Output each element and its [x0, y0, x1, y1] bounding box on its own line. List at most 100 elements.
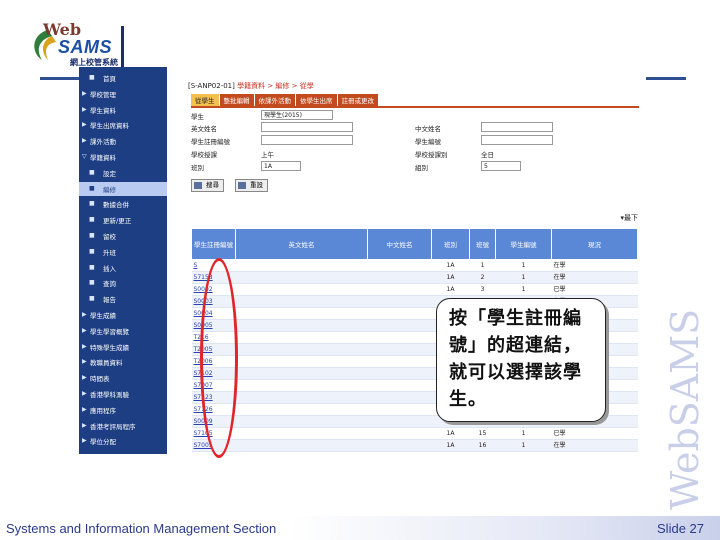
tab-by-eca[interactable]: 依課外活動 [254, 94, 295, 106]
table-cell: 3 [469, 283, 496, 296]
group-select[interactable]: 5 [481, 161, 521, 171]
table-cell [235, 283, 368, 296]
sidebar-bullet-icon: ▶ [82, 121, 87, 129]
breadcrumb-path[interactable]: 學籍資料 > 編修 > 從學 [237, 82, 314, 90]
sidebar-item[interactable]: ▶ 教職員資料 [79, 355, 167, 369]
logo-divider [121, 26, 124, 72]
col-status[interactable]: 現況 [551, 228, 638, 260]
table-cell [367, 307, 432, 320]
sidebar-bullet-icon: ▶ [82, 390, 87, 397]
search-button[interactable]: 搜尋 [191, 179, 224, 192]
table-cell: 1 [469, 259, 496, 272]
group-label: 組別 [415, 164, 428, 172]
goto-bottom-link[interactable]: ▾最下 [620, 213, 638, 223]
col-eng-name[interactable]: 英文姓名 [235, 228, 368, 260]
sidebar-bullet-icon: ■ [89, 279, 95, 287]
sidebar-item[interactable]: ■ 留校 [79, 229, 167, 243]
sidebar-item[interactable]: ■ 報告 [79, 292, 167, 306]
sidebar-item[interactable]: ■ 首頁 [79, 71, 167, 85]
sidebar-item[interactable]: ▶ 學位分配 [79, 434, 167, 448]
session-label: 學校授課 [191, 151, 217, 159]
table-cell [235, 331, 368, 344]
tab-by-attendance[interactable]: 依學生出席 [296, 94, 337, 106]
sidebar-item[interactable]: ▶ 應用程序 [79, 403, 167, 417]
table-cell [235, 379, 368, 392]
col-reg-no[interactable]: 學生註冊編號 [191, 228, 236, 260]
sidebar-item[interactable]: ▶ 學生資料 [79, 103, 167, 117]
table-cell [367, 379, 432, 392]
chi-name-label: 中文姓名 [415, 125, 441, 133]
table-cell [367, 343, 432, 356]
stud-no-label: 學生編號 [415, 138, 441, 146]
eng-name-field[interactable] [261, 122, 353, 132]
table-cell: 16 [469, 439, 496, 452]
sidebar-item[interactable]: ▶ 特殊學生成績 [79, 340, 167, 354]
sidebar-item[interactable]: ■ 編修 [79, 181, 167, 196]
chi-name-field[interactable] [481, 122, 553, 132]
sidebar-bullet-icon: ■ [89, 295, 95, 303]
table-cell [367, 403, 432, 416]
sidebar-item[interactable]: ■ 數據合併 [79, 197, 167, 211]
table-cell [367, 331, 432, 344]
level-select[interactable]: 全日 [481, 149, 494, 159]
sidebar-item[interactable]: ■ 設定 [79, 166, 167, 180]
reg-no-field[interactable] [261, 135, 353, 145]
table-cell: 1 [495, 439, 552, 452]
sidebar-item[interactable]: ▶ 課外活動 [79, 134, 167, 148]
sidebar-item-label: 學生資料 [90, 106, 116, 115]
sidebar-item[interactable]: ▶ 香港學科測驗 [79, 387, 167, 401]
level-label: 學校授課別 [415, 151, 448, 159]
sidebar-item-label: 學籍資料 [90, 154, 116, 162]
table-row: S 1A 1 1 在學 [191, 259, 638, 272]
sidebar-item-label: 查詢 [103, 280, 116, 289]
sidebar-item[interactable]: ▶ 學校管理 [79, 87, 167, 101]
footer-section: Systems and Information Management Secti… [6, 521, 277, 536]
student-select[interactable]: 現學生(2015) [261, 110, 333, 120]
sidebar-item[interactable]: ▶ 香港考評局程序 [79, 419, 167, 433]
col-class-no[interactable]: 班號 [469, 228, 496, 260]
sidebar-item-label: 學生出席資料 [90, 122, 129, 131]
table-cell [235, 295, 368, 308]
table-cell [367, 427, 432, 440]
sidebar-item[interactable]: ▶ 學生學習概覽 [79, 324, 167, 338]
sidebar-item-label: 教職員資料 [90, 359, 123, 368]
search-icon [194, 182, 202, 189]
sidebar-item[interactable]: ▽ 學籍資料 [79, 150, 167, 164]
sidebar-bullet-icon: ▶ [82, 374, 87, 382]
sidebar-bullet-icon: ▶ [82, 437, 87, 445]
tab-batch-edit[interactable]: 整批編輯 [219, 94, 254, 106]
table-cell: 在學 [551, 439, 638, 452]
sidebar-item[interactable]: ■ 升班 [79, 245, 167, 259]
tab-register-change[interactable]: 註冊或更改 [337, 94, 378, 106]
sidebar-item-label: 插入 [103, 264, 116, 273]
col-stud-no[interactable]: 學生編號 [495, 228, 552, 260]
sidebar-item[interactable]: ■ 更新/更正 [79, 213, 167, 227]
sidebar-item-label: 時間表 [90, 375, 110, 384]
tab-from-student[interactable]: 從學生 [191, 94, 219, 106]
table-cell: 1A [431, 427, 470, 440]
sidebar-item-label: 香港考評局程序 [90, 422, 136, 431]
stud-no-field[interactable] [481, 135, 553, 145]
sidebar-item[interactable]: ■ 插入 [79, 261, 167, 275]
col-class[interactable]: 班別 [431, 228, 470, 260]
sidebar-bullet-icon: ▶ [82, 342, 87, 350]
sidebar-item[interactable]: ▶ 學生出席資料 [79, 118, 167, 132]
table-cell: 在學 [551, 271, 638, 284]
table-row: 57158 1A 2 1 在學 [191, 271, 638, 284]
table-cell [235, 271, 368, 284]
sidebar-item[interactable]: ▶ 時間表 [79, 371, 167, 385]
highlight-ellipse [200, 258, 238, 458]
sidebar-bullet-icon: ▶ [82, 358, 87, 366]
table-cell: 2 [469, 271, 496, 284]
session-select[interactable]: 上午 [261, 149, 274, 159]
sidebar-bullet-icon: ▶ [82, 326, 87, 334]
col-chi-name[interactable]: 中文姓名 [367, 228, 432, 260]
sidebar-item-label: 學校管理 [90, 90, 116, 99]
sidebar-item-label: 學生學習概覽 [90, 327, 129, 336]
table-cell: 在學 [551, 259, 638, 272]
sidebar-item[interactable]: ■ 查詢 [79, 276, 167, 290]
reset-button[interactable]: 重設 [235, 179, 268, 192]
table-cell: 1 [495, 427, 552, 440]
sidebar-item[interactable]: ▶ 學生成績 [79, 308, 167, 322]
class-select[interactable]: 1A [261, 161, 301, 171]
